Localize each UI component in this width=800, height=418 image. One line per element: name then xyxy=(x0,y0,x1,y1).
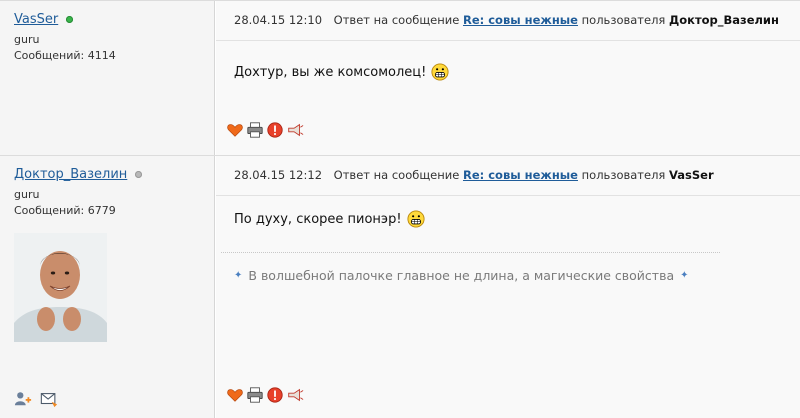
post-author-panel: VasSer guru Сообщений: 4114 xyxy=(0,1,215,155)
megaphone-icon[interactable] xyxy=(286,386,304,404)
reply-to-user: VasSer xyxy=(669,168,714,182)
user-rank: guru xyxy=(14,33,40,46)
grin-smiley-icon xyxy=(431,63,449,81)
forum-post: VasSer guru Сообщений: 4114 28.04.15 12:… xyxy=(0,0,800,155)
post-text-body: Дохтур, вы же комсомолец! xyxy=(234,64,427,80)
post-author-panel: Доктор_Вазелин guru Сообщений: 6779 xyxy=(0,156,215,418)
post-text-body: По духу, скорее пионэр! xyxy=(234,211,402,227)
post-actions xyxy=(226,121,304,139)
grin-smiley-icon xyxy=(406,210,425,228)
post-text: По духу, скорее пионэр! xyxy=(234,210,425,228)
post-actions xyxy=(226,386,304,404)
post-date: 28.04.15 12:10 xyxy=(234,13,323,27)
printer-icon[interactable] xyxy=(246,121,264,139)
user-rank: guru xyxy=(14,188,40,201)
reply-to-link[interactable]: Re: совы нежные xyxy=(463,13,578,27)
post-text: Дохтур, вы же комсомолец! xyxy=(234,63,449,81)
envelope-icon[interactable] xyxy=(40,390,58,408)
post-content: 28.04.15 12:12 Ответ на сообщение Re: со… xyxy=(216,156,800,418)
username-row: VasSer xyxy=(14,9,200,29)
reply-to-link[interactable]: Re: совы нежные xyxy=(463,168,578,182)
megaphone-icon[interactable] xyxy=(286,121,304,139)
avatar xyxy=(14,233,107,342)
reply-to-user: Доктор_Вазелин xyxy=(669,13,779,27)
offline-status-icon xyxy=(135,170,143,178)
warning-icon[interactable] xyxy=(266,386,284,404)
star-icon: ✦ xyxy=(234,270,243,281)
username-link[interactable]: Доктор_Вазелин xyxy=(14,167,127,182)
post-header: 28.04.15 12:12 Ответ на сообщение Re: со… xyxy=(216,156,800,196)
post-header: 28.04.15 12:10 Ответ на сообщение Re: со… xyxy=(216,1,800,41)
signature-text: В волшебной палочке главное не длина, а … xyxy=(248,268,675,283)
forum-post: Доктор_Вазелин guru Сообщений: 6779 28.0… xyxy=(0,155,800,418)
printer-icon[interactable] xyxy=(246,386,264,404)
username-link[interactable]: VasSer xyxy=(14,12,58,27)
user-actions xyxy=(14,390,58,408)
user-message-count: Сообщений: 4114 xyxy=(14,49,116,62)
user-prefix: пользователя xyxy=(581,168,666,182)
heart-icon[interactable] xyxy=(226,121,244,139)
post-content: 28.04.15 12:10 Ответ на сообщение Re: со… xyxy=(216,1,800,155)
online-status-icon xyxy=(66,15,74,23)
add-friend-icon[interactable] xyxy=(14,390,32,408)
signature-divider xyxy=(221,252,720,253)
signature: ✦ В волшебной палочке главное не длина, … xyxy=(234,268,689,283)
star-icon: ✦ xyxy=(680,270,689,281)
avatar-image xyxy=(14,233,107,342)
user-message-count: Сообщений: 6779 xyxy=(14,204,116,217)
username-row: Доктор_Вазелин xyxy=(14,164,200,184)
reply-prefix: Ответ на сообщение xyxy=(333,13,460,27)
warning-icon[interactable] xyxy=(266,121,284,139)
reply-prefix: Ответ на сообщение xyxy=(333,168,460,182)
user-prefix: пользователя xyxy=(581,13,666,27)
heart-icon[interactable] xyxy=(226,386,244,404)
post-date: 28.04.15 12:12 xyxy=(234,168,323,182)
